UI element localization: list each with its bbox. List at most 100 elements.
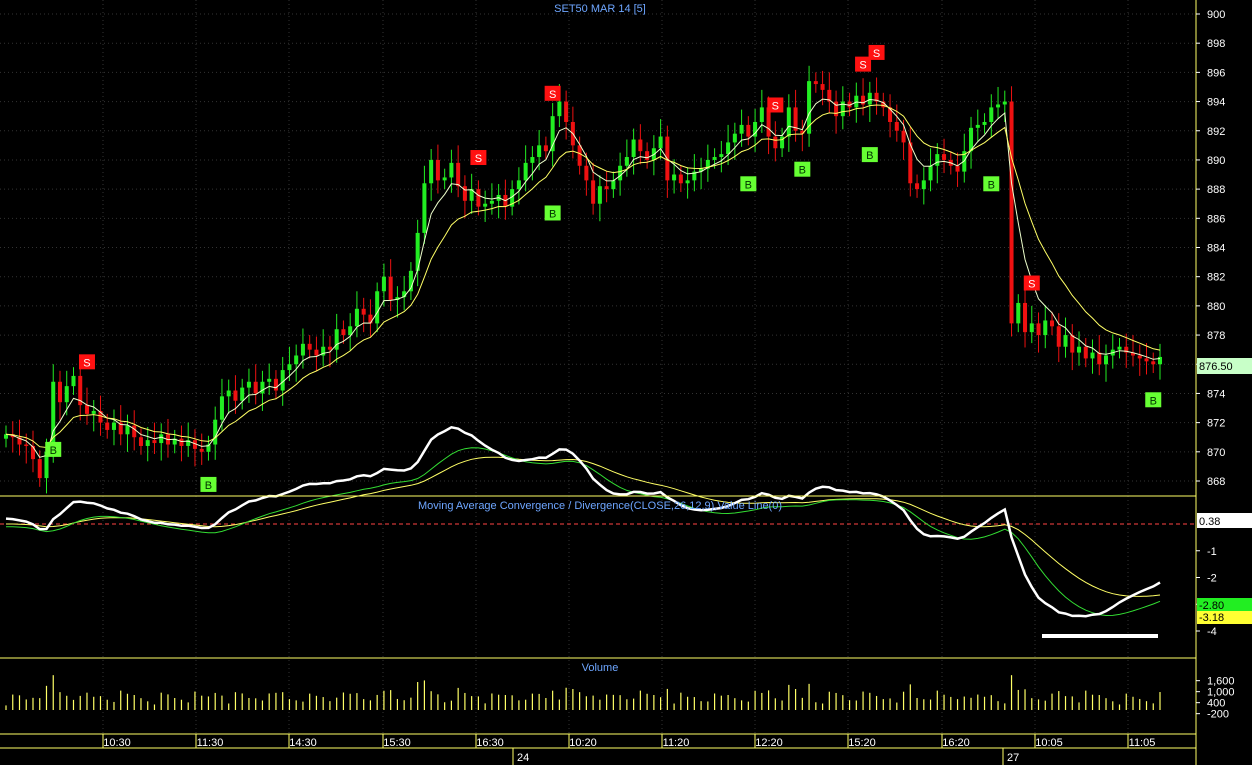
- candle-body[interactable]: [577, 145, 582, 166]
- candle-body[interactable]: [240, 387, 245, 401]
- candle-body[interactable]: [213, 419, 218, 445]
- candle-body[interactable]: [84, 405, 89, 414]
- candle-body[interactable]: [591, 180, 596, 204]
- candle-body[interactable]: [1103, 355, 1109, 365]
- candle-body[interactable]: [604, 186, 609, 190]
- candle-body[interactable]: [685, 180, 690, 184]
- candle-body[interactable]: [672, 174, 677, 181]
- candle-body[interactable]: [746, 124, 751, 137]
- candle-body[interactable]: [287, 364, 292, 371]
- candle-body[interactable]: [739, 124, 744, 134]
- candle-body[interactable]: [1016, 302, 1021, 324]
- candle-body[interactable]: [1077, 346, 1082, 353]
- price-panel[interactable]: BBBBBBBBSSSSSSS: [3, 44, 1163, 494]
- candle-body[interactable]: [233, 390, 238, 401]
- candle-body[interactable]: [658, 136, 663, 149]
- candle-body[interactable]: [1056, 326, 1061, 347]
- candle-body[interactable]: [30, 445, 36, 460]
- candle-body[interactable]: [260, 381, 265, 394]
- candle-body[interactable]: [955, 165, 960, 172]
- candle-body[interactable]: [361, 308, 366, 315]
- candle-body[interactable]: [152, 440, 157, 444]
- candle-body[interactable]: [901, 130, 906, 143]
- candle-body[interactable]: [341, 329, 346, 336]
- candle-body[interactable]: [1117, 346, 1122, 350]
- candle-body[interactable]: [125, 425, 130, 435]
- candle-body[interactable]: [179, 438, 184, 446]
- candle-body[interactable]: [219, 396, 224, 420]
- candle-body[interactable]: [64, 386, 69, 403]
- candle-body[interactable]: [388, 276, 393, 301]
- candle-body[interactable]: [442, 177, 447, 181]
- candle-body[interactable]: [820, 84, 825, 90]
- candle-body[interactable]: [71, 375, 76, 387]
- candle-body[interactable]: [638, 139, 643, 152]
- candle-body[interactable]: [867, 92, 872, 105]
- candle-body[interactable]: [368, 314, 373, 324]
- candle-body[interactable]: [1002, 101, 1007, 105]
- candle-body[interactable]: [246, 381, 251, 388]
- candle-body[interactable]: [975, 124, 980, 128]
- candle-body[interactable]: [611, 180, 616, 190]
- candle-body[interactable]: [307, 343, 312, 350]
- candle-body[interactable]: [726, 142, 731, 155]
- candle-body[interactable]: [631, 139, 636, 158]
- candle-body[interactable]: [37, 459, 42, 479]
- candle-body[interactable]: [91, 410, 96, 414]
- candle-body[interactable]: [530, 157, 535, 163]
- candle-body[interactable]: [1063, 335, 1068, 347]
- candle-body[interactable]: [1151, 361, 1156, 365]
- candle-body[interactable]: [132, 425, 137, 438]
- candle-body[interactable]: [1009, 101, 1014, 324]
- candle-body[interactable]: [354, 308, 359, 327]
- candle-body[interactable]: [982, 121, 987, 125]
- candle-body[interactable]: [516, 180, 521, 190]
- candle-body[interactable]: [294, 355, 299, 365]
- candle-body[interactable]: [537, 145, 542, 158]
- candle-body[interactable]: [435, 159, 440, 181]
- candle-body[interactable]: [894, 121, 899, 131]
- candle-body[interactable]: [199, 448, 204, 452]
- candle-body[interactable]: [449, 162, 454, 178]
- candle-body[interactable]: [1043, 320, 1048, 336]
- candle-body[interactable]: [1036, 323, 1041, 336]
- candle-body[interactable]: [989, 107, 994, 122]
- candle-body[interactable]: [597, 186, 602, 204]
- candle-body[interactable]: [226, 390, 231, 397]
- candle-body[interactable]: [145, 440, 150, 446]
- candle-body[interactable]: [678, 174, 683, 184]
- candle-body[interactable]: [138, 437, 143, 446]
- candle-body[interactable]: [564, 101, 569, 122]
- candle-body[interactable]: [921, 180, 926, 190]
- candle-body[interactable]: [57, 381, 63, 403]
- candle-body[interactable]: [24, 444, 29, 446]
- candle-body[interactable]: [618, 165, 623, 181]
- candle-body[interactable]: [759, 107, 764, 122]
- candle-body[interactable]: [273, 378, 278, 391]
- candle-body[interactable]: [996, 104, 1001, 108]
- candle-body[interactable]: [915, 183, 920, 190]
- candle-body[interactable]: [1144, 358, 1149, 362]
- candle-body[interactable]: [1090, 352, 1095, 359]
- candle-body[interactable]: [267, 378, 272, 382]
- candle-body[interactable]: [557, 101, 562, 117]
- candle-body[interactable]: [327, 346, 332, 350]
- candle-body[interactable]: [456, 162, 461, 187]
- candle-body[interactable]: [1097, 352, 1102, 365]
- candle-body[interactable]: [813, 81, 818, 85]
- candle-body[interactable]: [429, 159, 434, 184]
- candle-body[interactable]: [624, 157, 629, 166]
- candle-body[interactable]: [584, 165, 589, 181]
- candle-body[interactable]: [1157, 356, 1163, 365]
- macd-panel[interactable]: [0, 425, 1196, 638]
- candle-body[interactable]: [712, 157, 717, 160]
- candle-body[interactable]: [253, 381, 258, 394]
- candle-body[interactable]: [773, 136, 778, 149]
- candle-body[interactable]: [543, 145, 548, 152]
- candle-body[interactable]: [422, 183, 427, 233]
- price-chart[interactable]: BBBBBBBBSSSSSSS 900898896894892890888886…: [0, 0, 1252, 765]
- candle-body[interactable]: [942, 154, 947, 160]
- candle-body[interactable]: [375, 291, 380, 324]
- candle-body[interactable]: [1050, 320, 1055, 327]
- candle-body[interactable]: [314, 349, 319, 356]
